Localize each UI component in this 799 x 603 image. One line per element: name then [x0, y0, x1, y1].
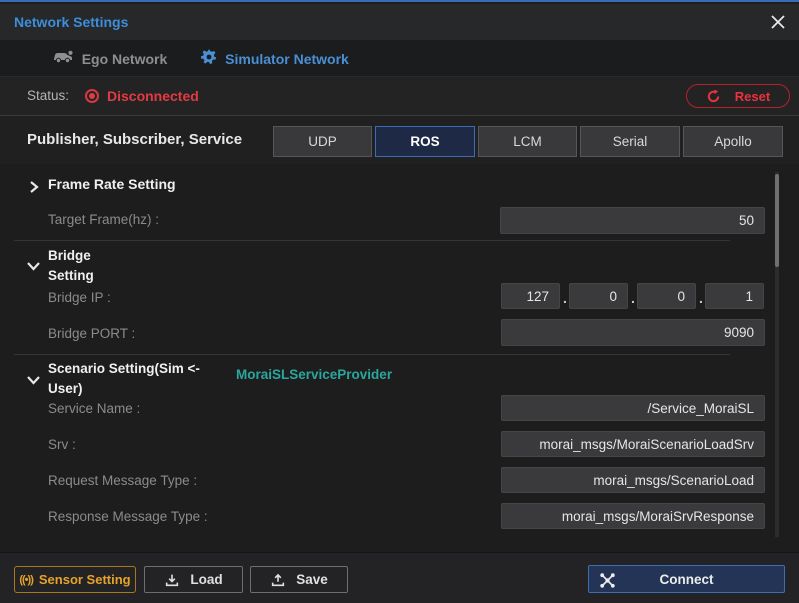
- sensor-setting-label: Sensor Setting: [39, 572, 131, 587]
- divider: [14, 354, 730, 355]
- ip-dot: .: [563, 290, 567, 306]
- sensor-setting-button[interactable]: ((•)) Sensor Setting: [14, 566, 136, 593]
- request-message-type-input[interactable]: [501, 467, 765, 493]
- title-bar: Network Settings: [0, 4, 799, 40]
- tab-simulator-network[interactable]: Simulator Network: [186, 40, 364, 77]
- scenario-title-line2: User): [48, 379, 200, 399]
- status-label: Status:: [27, 77, 69, 115]
- response-message-type-label: Response Message Type :: [48, 509, 208, 524]
- footer-bar: ((•)) Sensor Setting Load Save: [0, 552, 799, 603]
- scrollbar-thumb[interactable]: [775, 174, 779, 267]
- close-icon[interactable]: [769, 13, 787, 31]
- srv-input[interactable]: [501, 431, 765, 457]
- dialog-title: Network Settings: [14, 4, 128, 40]
- scenario-provider-label: MoraiSLServiceProvider: [236, 367, 392, 382]
- connect-node-icon: [599, 572, 616, 589]
- protocol-lcm-button[interactable]: LCM: [478, 126, 577, 157]
- protocol-serial-button[interactable]: Serial: [580, 126, 680, 157]
- service-name-label: Service Name :: [48, 401, 140, 416]
- ip-dot: .: [699, 290, 703, 306]
- load-button[interactable]: Load: [144, 566, 243, 593]
- bridge-ip-label: Bridge IP :: [48, 290, 111, 305]
- bridge-title-line1: Bridge: [48, 246, 94, 266]
- download-icon: [164, 572, 180, 588]
- response-message-type-input[interactable]: [501, 503, 765, 529]
- request-message-type-label: Request Message Type :: [48, 473, 197, 488]
- protocol-row: Publisher, Subscriber, Service UDP ROS L…: [0, 116, 799, 164]
- connect-button[interactable]: Connect: [588, 565, 785, 593]
- section-title-scenario[interactable]: Scenario Setting(Sim <- User): [48, 359, 200, 399]
- tab-ego-label: Ego Network: [82, 51, 168, 67]
- car-icon: [53, 50, 74, 67]
- broadcast-icon: ((•)): [19, 574, 33, 586]
- load-label: Load: [190, 572, 222, 587]
- bridge-ip-octet4-input[interactable]: [705, 283, 764, 309]
- scenario-title-line1: Scenario Setting(Sim <-: [48, 359, 200, 379]
- protocol-udp-button[interactable]: UDP: [273, 126, 372, 157]
- refresh-icon: [706, 89, 721, 104]
- status-value: Disconnected: [107, 77, 199, 115]
- protocol-label: Publisher, Subscriber, Service: [27, 116, 242, 164]
- srv-label: Srv :: [48, 437, 76, 452]
- connect-label: Connect: [660, 572, 714, 587]
- tab-bar: Ego Network Simulator Network: [0, 40, 799, 77]
- target-frame-label: Target Frame(hz) :: [48, 212, 159, 227]
- reset-button[interactable]: Reset: [686, 84, 790, 108]
- bridge-title-line2: Setting: [48, 266, 94, 286]
- reset-label: Reset: [735, 89, 770, 104]
- tab-simulator-label: Simulator Network: [225, 51, 349, 67]
- chevron-down-icon[interactable]: [27, 258, 40, 276]
- bridge-ip-octet3-input[interactable]: [637, 283, 696, 309]
- upload-icon: [270, 572, 286, 588]
- bridge-ip-octet1-input[interactable]: [501, 283, 560, 309]
- protocol-ros-button[interactable]: ROS: [375, 126, 475, 157]
- divider: [14, 240, 730, 241]
- settings-scroll-area: Frame Rate Setting Target Frame(hz) : Br…: [0, 164, 799, 552]
- status-bar: Status: Disconnected Reset: [0, 77, 799, 115]
- section-title-bridge[interactable]: Bridge Setting: [48, 246, 94, 286]
- chevron-down-icon[interactable]: [27, 372, 40, 390]
- save-button[interactable]: Save: [250, 566, 348, 593]
- service-name-input[interactable]: [501, 395, 765, 421]
- chevron-right-icon[interactable]: [28, 180, 39, 198]
- ip-dot: .: [631, 290, 635, 306]
- network-settings-dialog: Network Settings Ego Network: [0, 0, 799, 603]
- section-title-frame-rate[interactable]: Frame Rate Setting: [48, 176, 176, 192]
- save-label: Save: [296, 572, 328, 587]
- bridge-port-input[interactable]: [501, 319, 765, 346]
- bridge-ip-octet2-input[interactable]: [569, 283, 628, 309]
- bridge-port-label: Bridge PORT :: [48, 326, 135, 341]
- target-frame-input[interactable]: [500, 207, 765, 234]
- tab-ego-network[interactable]: Ego Network: [40, 40, 180, 77]
- gear-icon: [201, 49, 217, 69]
- status-dot-icon: [85, 89, 99, 103]
- protocol-apollo-button[interactable]: Apollo: [683, 126, 783, 157]
